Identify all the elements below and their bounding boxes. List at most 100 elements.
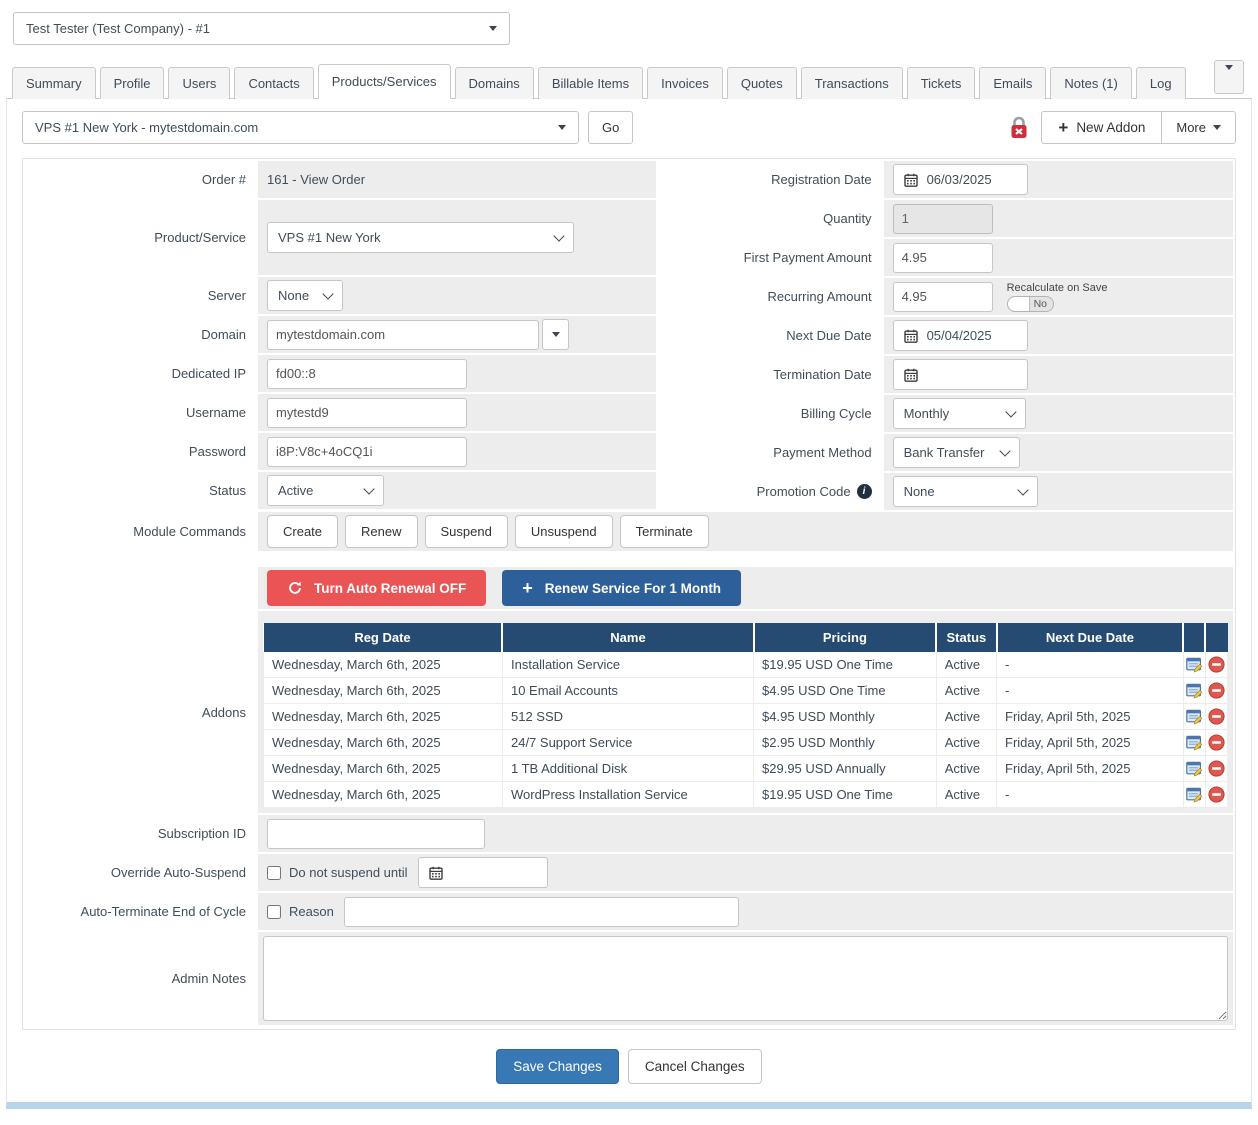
recurring-amount-input[interactable] <box>893 282 993 312</box>
module-suspend-button[interactable]: Suspend <box>425 515 508 548</box>
tab-billable-items[interactable]: Billable Items <box>538 67 643 99</box>
password-input[interactable] <box>267 437 467 467</box>
tab-tickets[interactable]: Tickets <box>907 67 976 99</box>
renew-service-button[interactable]: + Renew Service For 1 Month <box>502 570 741 606</box>
addon-row: Wednesday, March 6th, 20251 TB Additiona… <box>264 756 1228 782</box>
username-input[interactable] <box>267 398 467 428</box>
server-value: None <box>278 288 309 303</box>
client-selector[interactable]: Test Tester (Test Company) - #1 <box>13 12 510 45</box>
delete-addon-icon[interactable] <box>1205 756 1227 782</box>
subscription-id-label: Subscription ID <box>25 815 258 852</box>
save-changes-button[interactable]: Save Changes <box>496 1049 619 1084</box>
lock-x-icon[interactable] <box>1009 116 1029 139</box>
delete-addon-icon[interactable] <box>1205 704 1227 730</box>
delete-addon-icon[interactable] <box>1205 652 1227 678</box>
reason-input[interactable] <box>344 897 739 927</box>
subscription-id-input[interactable] <box>267 819 485 849</box>
tab-emails[interactable]: Emails <box>979 67 1046 99</box>
new-addon-button[interactable]: + New Addon <box>1041 111 1162 144</box>
tab-summary[interactable]: Summary <box>12 67 96 99</box>
tab-contacts[interactable]: Contacts <box>234 67 313 99</box>
delete-addon-icon[interactable] <box>1205 730 1227 756</box>
more-button[interactable]: More <box>1161 111 1236 144</box>
tab-notes[interactable]: Notes (1) <box>1050 67 1131 99</box>
tab-invoices[interactable]: Invoices <box>647 67 723 99</box>
first-payment-amount-input[interactable] <box>893 243 993 273</box>
module-renew-button[interactable]: Renew <box>345 515 417 548</box>
addons-col-header: Reg Date <box>264 623 503 652</box>
tab-content: VPS #1 New York - mytestdomain.com Go + … <box>6 98 1252 1109</box>
toggle-state-label: No <box>1030 297 1047 311</box>
plus-icon: + <box>1058 119 1068 136</box>
go-button[interactable]: Go <box>588 111 633 144</box>
addon-reg-date: Wednesday, March 6th, 2025 <box>264 652 503 678</box>
payment-method-select[interactable]: Bank Transfer <box>893 437 1020 468</box>
admin-notes-textarea[interactable] <box>263 936 1228 1021</box>
tab-products-services[interactable]: Products/Services <box>318 64 451 99</box>
registration-date-input[interactable]: 06/03/2025 <box>893 164 1028 195</box>
new-addon-label: New Addon <box>1076 120 1145 135</box>
domain-dropdown-button[interactable] <box>542 319 569 350</box>
domain-label: Domain <box>25 316 258 353</box>
edit-addon-icon[interactable] <box>1183 678 1205 704</box>
addon-reg-date: Wednesday, March 6th, 2025 <box>264 782 503 808</box>
next-due-date-value: 05/04/2025 <box>927 328 992 343</box>
termination-date-input[interactable] <box>893 359 1028 390</box>
next-due-date-input[interactable]: 05/04/2025 <box>893 320 1028 351</box>
edit-addon-icon[interactable] <box>1183 652 1205 678</box>
billing-cycle-value: Monthly <box>904 406 950 421</box>
tabs-overflow-button[interactable] <box>1214 60 1244 94</box>
product-service-select[interactable]: VPS #1 New York <box>267 222 574 253</box>
server-select[interactable]: None <box>267 280 343 311</box>
auto-terminate-checkbox[interactable] <box>267 905 281 919</box>
addon-pricing: $29.95 USD Annually <box>754 756 937 782</box>
service-edit-form: Order # 161 - View Order Product/Service… <box>22 158 1236 1030</box>
order-value-link[interactable]: 161 - View Order <box>267 172 365 187</box>
dedicated-ip-input[interactable] <box>267 359 467 389</box>
page: Test Tester (Test Company) - #1 Summary … <box>0 12 1258 1125</box>
billing-cycle-select[interactable]: Monthly <box>893 398 1026 429</box>
promotion-code-select[interactable]: None <box>893 476 1038 507</box>
edit-addon-icon[interactable] <box>1183 704 1205 730</box>
edit-addon-icon[interactable] <box>1183 756 1205 782</box>
chevron-down-icon <box>1213 125 1221 130</box>
tab-domains[interactable]: Domains <box>455 67 534 99</box>
tab-profile[interactable]: Profile <box>100 67 165 99</box>
payment-method-value: Bank Transfer <box>904 445 985 460</box>
suspend-until-date-input[interactable] <box>418 857 548 888</box>
delete-addon-icon[interactable] <box>1205 782 1227 808</box>
cancel-changes-button[interactable]: Cancel Changes <box>628 1049 762 1084</box>
tab-users[interactable]: Users <box>168 67 230 99</box>
info-icon[interactable]: i <box>857 484 872 499</box>
next-due-date-label: Next Due Date <box>656 317 884 354</box>
tab-transactions[interactable]: Transactions <box>801 67 903 99</box>
reason-label: Reason <box>289 904 334 919</box>
edit-addon-icon[interactable] <box>1183 730 1205 756</box>
addons-col-header-icon <box>1205 623 1227 652</box>
service-selector[interactable]: VPS #1 New York - mytestdomain.com <box>22 111 579 144</box>
domain-input[interactable] <box>267 320 539 350</box>
turn-auto-renewal-off-label: Turn Auto Renewal OFF <box>314 581 466 596</box>
calendar-icon <box>904 173 918 187</box>
client-selector-value: Test Tester (Test Company) - #1 <box>26 21 210 36</box>
addon-reg-date: Wednesday, March 6th, 2025 <box>264 704 503 730</box>
tab-log[interactable]: Log <box>1136 67 1186 99</box>
chevron-down-icon <box>552 332 560 337</box>
recalculate-toggle[interactable]: No <box>1007 296 1054 312</box>
promotion-code-value: None <box>904 484 935 499</box>
turn-auto-renewal-off-button[interactable]: Turn Auto Renewal OFF <box>267 570 486 606</box>
override-auto-suspend-checkbox[interactable] <box>267 866 281 880</box>
module-terminate-button[interactable]: Terminate <box>620 515 709 548</box>
addon-pricing: $2.95 USD Monthly <box>754 730 937 756</box>
delete-addon-icon[interactable] <box>1205 678 1227 704</box>
addon-name: Installation Service <box>502 652 753 678</box>
status-select[interactable]: Active <box>267 475 384 506</box>
module-create-button[interactable]: Create <box>267 515 338 548</box>
edit-addon-icon[interactable] <box>1183 782 1205 808</box>
password-label: Password <box>25 433 258 470</box>
tab-quotes[interactable]: Quotes <box>727 67 797 99</box>
addon-status: Active <box>936 782 996 808</box>
module-unsuspend-button[interactable]: Unsuspend <box>515 515 613 548</box>
toggle-knob <box>1008 297 1030 311</box>
recalculate-label: Recalculate on Save <box>1007 282 1108 294</box>
